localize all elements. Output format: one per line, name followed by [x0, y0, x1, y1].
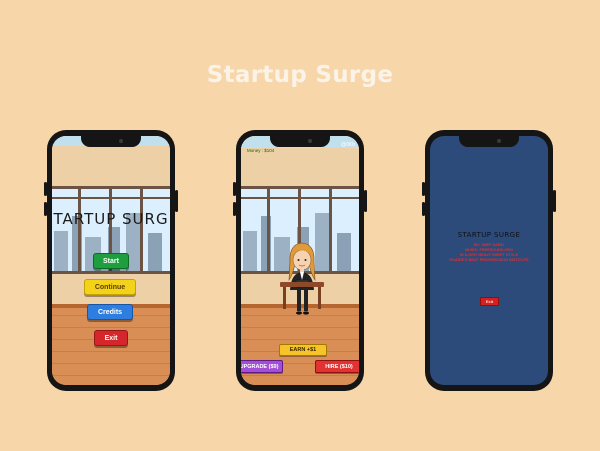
phone-credits: STARTUP SURGE BY: SHEF SAEID MUSIC: FREE… [422, 130, 556, 391]
gameplay-screen: Money : $104 @0Kb EARN +$1 UPGRADE ($9) … [241, 136, 359, 385]
camera-icon [119, 139, 123, 143]
credits-line: MUSIC: FREESOUND.ORG [464, 248, 514, 252]
phone-notch [459, 136, 519, 147]
menu-screen: STARTUP SURGE Start Continue Credits Exi… [52, 136, 170, 385]
status-indicator: @0Kb [341, 142, 355, 148]
credits-screen: STARTUP SURGE BY: SHEF SAEID MUSIC: FREE… [430, 136, 548, 385]
continue-button[interactable]: Continue [84, 279, 136, 295]
phone-main-menu: STARTUP SURGE Start Continue Credits Exi… [44, 130, 178, 391]
credits-line: IN A GRIT HEAVY SHEET STYLE [459, 253, 519, 257]
camera-icon [308, 139, 312, 143]
credits-exit-button[interactable]: Exit [480, 297, 499, 306]
credits-line: BY: SHEF SAEID [473, 243, 505, 247]
credits-title: STARTUP SURGE [457, 231, 521, 239]
earn-button[interactable]: EARN +$1 [279, 344, 327, 356]
start-button[interactable]: Start [93, 253, 129, 269]
game-title: STARTUP SURGE [52, 210, 170, 228]
phone-notch [81, 136, 141, 147]
phone-notch [270, 136, 330, 147]
credits-button[interactable]: Credits [87, 304, 133, 320]
headline: Startup Surge [206, 62, 394, 88]
credits-line: ROADIE'S BEAT PROGRESSION INSTITUTE [449, 258, 529, 262]
money-counter: Money : $104 [247, 148, 275, 153]
camera-icon [497, 139, 501, 143]
founder-character [288, 242, 316, 315]
exit-button[interactable]: Exit [94, 330, 128, 346]
upgrade-button[interactable]: UPGRADE ($9) [241, 360, 283, 373]
phone-gameplay: Money : $104 @0Kb EARN +$1 UPGRADE ($9) … [233, 130, 367, 391]
hire-button[interactable]: HIRE ($10) [315, 360, 359, 373]
